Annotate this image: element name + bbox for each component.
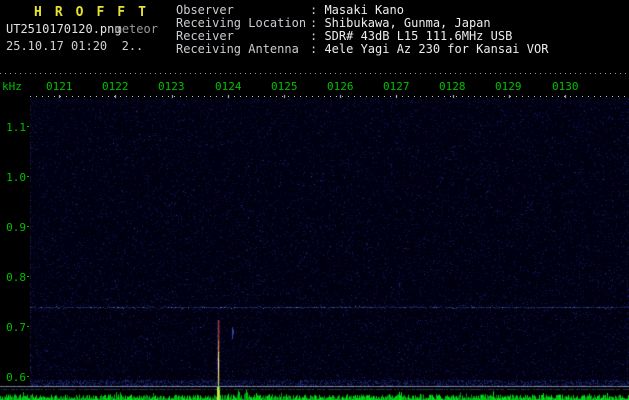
y-tick-label: 0.6 bbox=[6, 371, 26, 384]
info-value: Masaki Kano bbox=[324, 3, 404, 17]
x-tick-label: 0128 bbox=[439, 80, 466, 93]
info-colon: : bbox=[310, 41, 325, 56]
x-tick-label: 0123 bbox=[158, 80, 185, 93]
header-separator-dotted-line bbox=[0, 73, 629, 74]
info-colon: : bbox=[310, 3, 325, 17]
y-tick-mark bbox=[27, 276, 29, 277]
y-tick-mark bbox=[27, 376, 29, 377]
y-tick-label: 1.1 bbox=[6, 121, 26, 134]
x-tick-label: 0125 bbox=[271, 80, 298, 93]
x-axis-tick-dotted-line bbox=[30, 96, 629, 97]
y-tick-mark bbox=[27, 326, 29, 327]
x-tick-label: 0129 bbox=[495, 80, 522, 93]
y-axis-unit-label: kHz bbox=[2, 80, 22, 93]
hrofft-screen: HROFFT UT2510170120.pngmeteor 25.10.17 0… bbox=[0, 0, 629, 400]
info-value: Shibukawa, Gunma, Japan bbox=[324, 15, 491, 30]
x-tick-label: 0124 bbox=[215, 80, 242, 93]
y-tick-label: 0.7 bbox=[6, 321, 26, 334]
filename-text: UT2510170120.png bbox=[6, 22, 122, 36]
filename-line: UT2510170120.pngmeteor bbox=[6, 22, 158, 36]
y-tick-label: 0.8 bbox=[6, 271, 26, 284]
info-label: Receiver bbox=[176, 28, 234, 43]
filename-overlay-text: meteor bbox=[114, 22, 158, 36]
info-colon: : bbox=[310, 28, 325, 43]
station-info-block: Observer: Masaki Kano Receiving Location… bbox=[176, 4, 548, 56]
y-tick-label: 1.0 bbox=[6, 171, 26, 184]
x-tick-label: 0122 bbox=[102, 80, 129, 93]
info-label: Receiving Antenna bbox=[176, 41, 299, 56]
info-row-location: Receiving Location: Shibukawa, Gunma, Ja… bbox=[176, 17, 548, 30]
y-tick-mark bbox=[27, 226, 29, 227]
info-row-receiver: Receiver: SDR# 43dB L15 111.6MHz USB bbox=[176, 28, 548, 43]
info-colon: : bbox=[310, 15, 325, 30]
info-row-observer: Observer: Masaki Kano bbox=[176, 4, 548, 17]
x-tick-label: 0126 bbox=[327, 80, 354, 93]
info-value: SDR# 43dB L15 111.6MHz USB bbox=[324, 28, 513, 43]
y-tick-mark bbox=[27, 126, 29, 127]
y-tick-mark bbox=[27, 176, 29, 177]
x-tick-label: 0121 bbox=[46, 80, 73, 93]
info-row-antenna: Receiving Antenna: 4ele Yagi Az 230 for … bbox=[176, 41, 549, 56]
x-tick-label: 0127 bbox=[383, 80, 410, 93]
x-tick-label: 0130 bbox=[552, 80, 579, 93]
info-label: Receiving Location bbox=[176, 15, 307, 30]
info-label: Observer bbox=[176, 3, 234, 17]
datetime-text: 25.10.17 01:20 2.. bbox=[6, 39, 144, 53]
spectrogram-canvas bbox=[0, 0, 629, 400]
info-value: 4ele Yagi Az 230 for Kansai VOR bbox=[324, 41, 549, 56]
y-tick-label: 0.9 bbox=[6, 221, 26, 234]
app-title: HROFFT bbox=[34, 5, 159, 20]
